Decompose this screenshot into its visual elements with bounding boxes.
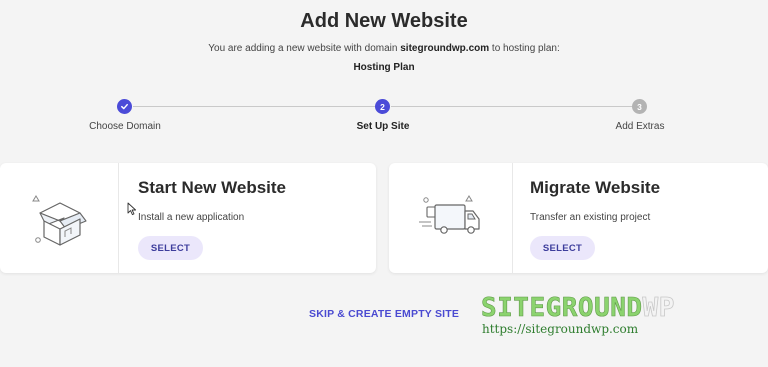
- watermark-suffix: WP: [642, 293, 675, 324]
- box-house-illustration: [32, 195, 87, 246]
- step-3-circle: 3: [632, 99, 647, 114]
- start-new-website-description: Install a new application: [138, 212, 245, 223]
- subtitle-prefix: You are adding a new website with domain: [208, 43, 401, 54]
- delivery-truck-illustration: [419, 195, 480, 234]
- start-new-website-card[interactable]: Start New Website Install a new applicat…: [0, 163, 376, 273]
- migrate-website-card[interactable]: Migrate Website Transfer an existing pro…: [389, 163, 768, 273]
- card-divider: [118, 163, 119, 273]
- card-divider: [512, 163, 513, 273]
- step-3-label: Add Extras: [615, 121, 665, 132]
- mouse-cursor-icon: [127, 202, 137, 216]
- step-1-circle: [117, 99, 132, 114]
- start-new-website-select-button[interactable]: SELECT: [138, 236, 203, 260]
- check-icon: [121, 103, 128, 110]
- hosting-plan-name: Hosting Plan: [353, 62, 415, 73]
- migrate-website-description: Transfer an existing project: [530, 212, 651, 223]
- page-title: Add New Website: [300, 10, 468, 32]
- migrate-website-title: Migrate Website: [530, 178, 661, 197]
- domain-name: sitegroundwp.com: [400, 43, 490, 54]
- migrate-website-select-button[interactable]: SELECT: [530, 236, 595, 260]
- subtitle-suffix: to hosting plan:: [489, 43, 560, 54]
- start-new-website-title: Start New Website: [138, 178, 287, 197]
- step-1-label: Choose Domain: [89, 121, 161, 132]
- page-subtitle: You are adding a new website with domain…: [0, 43, 768, 54]
- stepper-line-1: [133, 106, 375, 107]
- stepper-line-2: [391, 106, 632, 107]
- watermark-url: https://sitegroundwp.com: [482, 322, 639, 336]
- sitegroundwp-watermark-logo: SITEGROUNDWP: [481, 293, 675, 324]
- watermark-brand: SITEGROUND: [481, 293, 643, 324]
- skip-create-empty-site-link[interactable]: SKIP & CREATE EMPTY SITE: [309, 308, 459, 320]
- step-2-label: Set Up Site: [356, 121, 410, 132]
- step-2-circle: 2: [375, 99, 390, 114]
